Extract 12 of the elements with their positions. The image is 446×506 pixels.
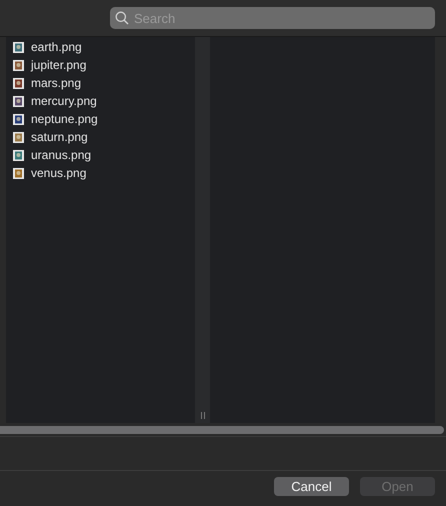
resize-handle[interactable] [200, 412, 204, 419]
file-item[interactable]: mercury.png [6, 92, 195, 110]
file-item[interactable]: venus.png [6, 164, 195, 182]
file-item[interactable]: uranus.png [6, 146, 195, 164]
file-item[interactable]: jupiter.png [6, 56, 195, 74]
scrollbar-thumb[interactable] [0, 426, 444, 434]
file-item[interactable]: mars.png [6, 74, 195, 92]
file-item[interactable]: neptune.png [6, 110, 195, 128]
cancel-button[interactable]: Cancel [274, 477, 349, 496]
file-item[interactable]: saturn.png [6, 128, 195, 146]
search-icon [115, 11, 129, 25]
file-item[interactable]: earth.png [6, 38, 195, 56]
